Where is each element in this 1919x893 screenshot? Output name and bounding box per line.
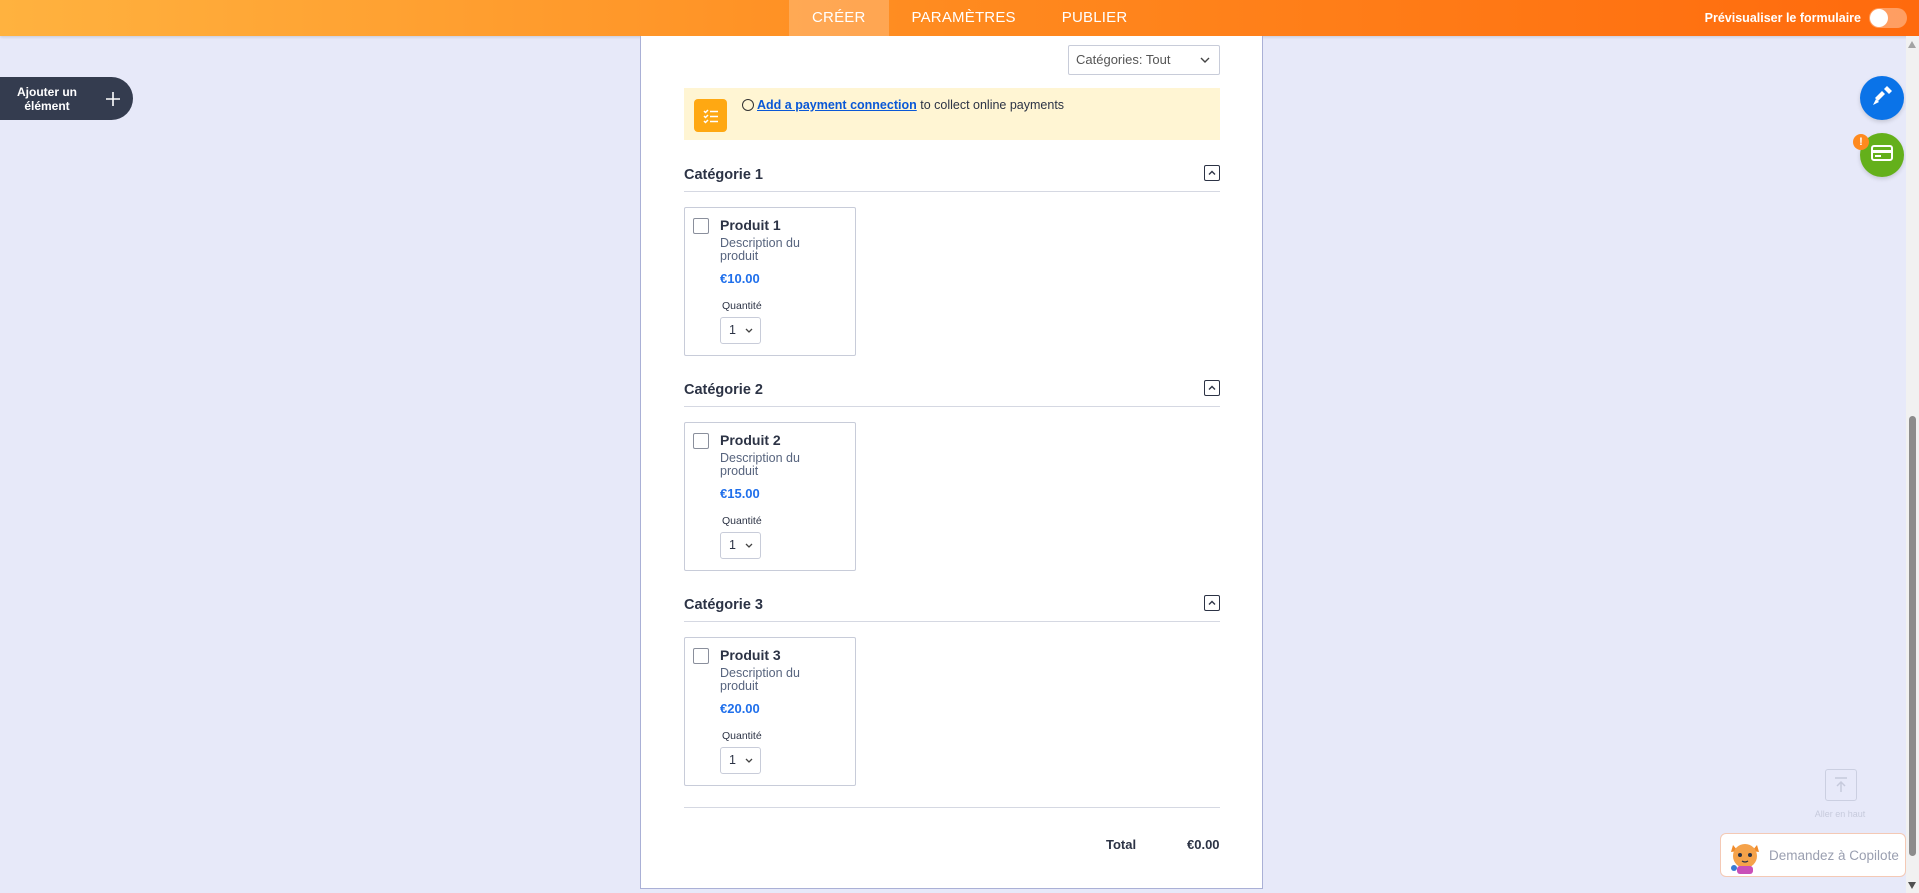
chevron-down-icon — [1200, 46, 1210, 84]
scrollbar-thumb[interactable] — [1909, 416, 1916, 856]
product-description: Description du produit — [720, 236, 800, 263]
back-to-top-button[interactable]: Aller en haut — [1808, 769, 1872, 821]
payment-radio[interactable] — [742, 99, 754, 111]
preview-form-control: Prévisualiser le formulaire — [1705, 0, 1907, 36]
product-checkbox[interactable] — [693, 433, 709, 449]
chevron-up-icon — [1208, 600, 1216, 605]
total-divider — [684, 807, 1220, 808]
copilot-label: Demandez à Copilote — [1769, 847, 1899, 863]
payment-connection-banner: Add a payment connection to collect onli… — [684, 88, 1220, 140]
payment-text: Add a payment connection to collect onli… — [757, 98, 1064, 112]
category-header: Catégorie 2 — [684, 375, 1220, 407]
quantity-label: Quantité — [722, 515, 762, 527]
category-filter-value: Catégories: Tout — [1076, 52, 1171, 67]
chevron-up-icon — [1208, 385, 1216, 390]
scroll-down-arrow-icon[interactable] — [1908, 882, 1916, 889]
product-card: Produit 1 Description du produit €10.00 … — [684, 207, 856, 356]
quantity-value: 1 — [729, 538, 736, 552]
product-name: Produit 1 — [720, 217, 781, 233]
category-title: Catégorie 3 — [684, 597, 763, 613]
arrow-up-icon — [1825, 769, 1857, 801]
add-element-label-line1: Ajouter un — [17, 84, 77, 99]
category-header: Catégorie 3 — [684, 590, 1220, 622]
chevron-down-icon — [745, 748, 753, 783]
paint-roller-icon — [1871, 85, 1893, 112]
total-label: Total — [1106, 837, 1137, 852]
toggle-knob — [1870, 9, 1888, 27]
form-card: Catégories: Tout Add a payment connectio… — [640, 36, 1263, 889]
add-element-label: Ajouter un élément — [0, 85, 94, 113]
chevron-up-icon — [1208, 170, 1216, 175]
quantity-value: 1 — [729, 323, 736, 337]
back-to-top-label: Aller en haut — [1814, 809, 1866, 819]
product-checkbox[interactable] — [693, 648, 709, 664]
quantity-select[interactable]: 1 — [720, 317, 761, 344]
preview-form-toggle[interactable] — [1869, 8, 1907, 28]
product-description: Description du produit — [720, 666, 800, 693]
top-navigation-bar: CRÉER PARAMÈTRES PUBLIER Prévisualiser l… — [0, 0, 1919, 36]
product-name: Produit 2 — [720, 432, 781, 448]
product-price: €10.00 — [720, 271, 760, 286]
warning-badge: ! — [1853, 134, 1869, 150]
chevron-down-icon — [745, 533, 753, 568]
chevron-down-icon — [745, 318, 753, 353]
add-element-label-line2: élément — [24, 98, 70, 113]
scroll-up-arrow-icon[interactable] — [1908, 41, 1916, 48]
add-payment-connection-link[interactable]: Add a payment connection — [757, 98, 917, 112]
copilot-button[interactable]: Demandez à Copilote — [1720, 833, 1906, 877]
product-checkbox[interactable] — [693, 218, 709, 234]
plus-icon — [104, 86, 122, 112]
product-card: Produit 2 Description du produit €15.00 … — [684, 422, 856, 571]
quantity-label: Quantité — [722, 730, 762, 742]
quantity-select[interactable]: 1 — [720, 747, 761, 774]
product-price: €20.00 — [720, 701, 760, 716]
copilot-avatar-icon — [1725, 835, 1765, 875]
add-element-button[interactable]: Ajouter un élément — [0, 77, 133, 120]
category-section-1: Catégorie 1 Produit 1 Description du pro… — [684, 160, 1220, 356]
product-price: €15.00 — [720, 486, 760, 501]
quantity-label: Quantité — [722, 300, 762, 312]
category-section-2: Catégorie 2 Produit 2 Description du pro… — [684, 375, 1220, 571]
payment-text-rest: to collect online payments — [916, 98, 1065, 112]
collapse-category-button[interactable] — [1204, 380, 1220, 396]
category-section-3: Catégorie 3 Produit 3 Description du pro… — [684, 590, 1220, 786]
collapse-category-button[interactable] — [1204, 165, 1220, 181]
product-card: Produit 3 Description du produit €20.00 … — [684, 637, 856, 786]
form-designer-button[interactable] — [1860, 76, 1904, 120]
total-value: €0.00 — [1187, 837, 1220, 852]
quantity-select[interactable]: 1 — [720, 532, 761, 559]
category-title: Catégorie 2 — [684, 382, 763, 398]
credit-card-icon — [1871, 144, 1893, 166]
collapse-category-button[interactable] — [1204, 595, 1220, 611]
category-title: Catégorie 1 — [684, 167, 763, 183]
product-description: Description du produit — [720, 451, 800, 478]
tab-parametres[interactable]: PARAMÈTRES — [889, 0, 1039, 36]
category-header: Catégorie 1 — [684, 160, 1220, 192]
main-tabs: CRÉER PARAMÈTRES PUBLIER — [789, 0, 1150, 36]
product-name: Produit 3 — [720, 647, 781, 663]
page-scrollbar[interactable] — [1906, 36, 1919, 893]
category-filter-select[interactable]: Catégories: Tout — [1068, 45, 1220, 75]
quantity-value: 1 — [729, 753, 736, 767]
tab-creer[interactable]: CRÉER — [789, 0, 889, 36]
preview-form-label: Prévisualiser le formulaire — [1704, 11, 1861, 25]
checklist-icon — [694, 99, 727, 132]
tab-publier[interactable]: PUBLIER — [1039, 0, 1151, 36]
